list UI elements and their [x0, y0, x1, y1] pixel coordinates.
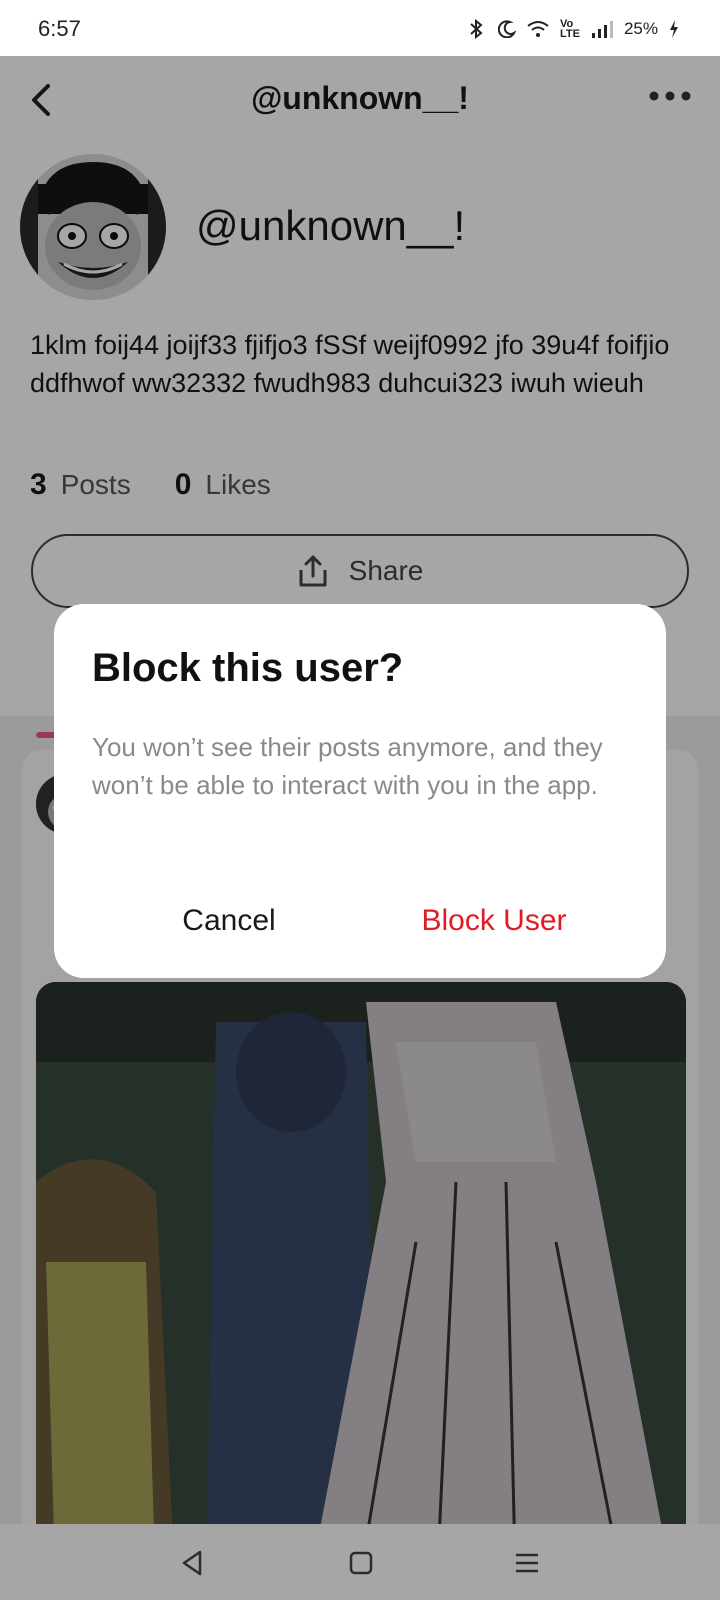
dialog-title: Block this user?: [92, 646, 404, 690]
block-user-dialog: Block this user? You won’t see their pos…: [54, 604, 666, 978]
wifi-icon: [526, 19, 550, 39]
battery-level: 25%: [623, 19, 658, 38]
block-user-button[interactable]: Block User: [394, 904, 594, 938]
status-time: 6:57: [38, 16, 81, 41]
volte-icon: Vo LTE: [560, 18, 580, 40]
status-bar: 6:57 Vo LTE 25%: [0, 0, 720, 56]
bluetooth-icon: [466, 18, 488, 40]
cancel-button[interactable]: Cancel: [144, 904, 314, 938]
charging-icon: [668, 19, 680, 39]
moon-icon: [498, 20, 516, 38]
status-icons: Vo LTE 25%: [466, 18, 680, 40]
signal-icon: [590, 19, 614, 39]
dialog-message: You won’t see their posts anymore, and t…: [92, 732, 603, 800]
